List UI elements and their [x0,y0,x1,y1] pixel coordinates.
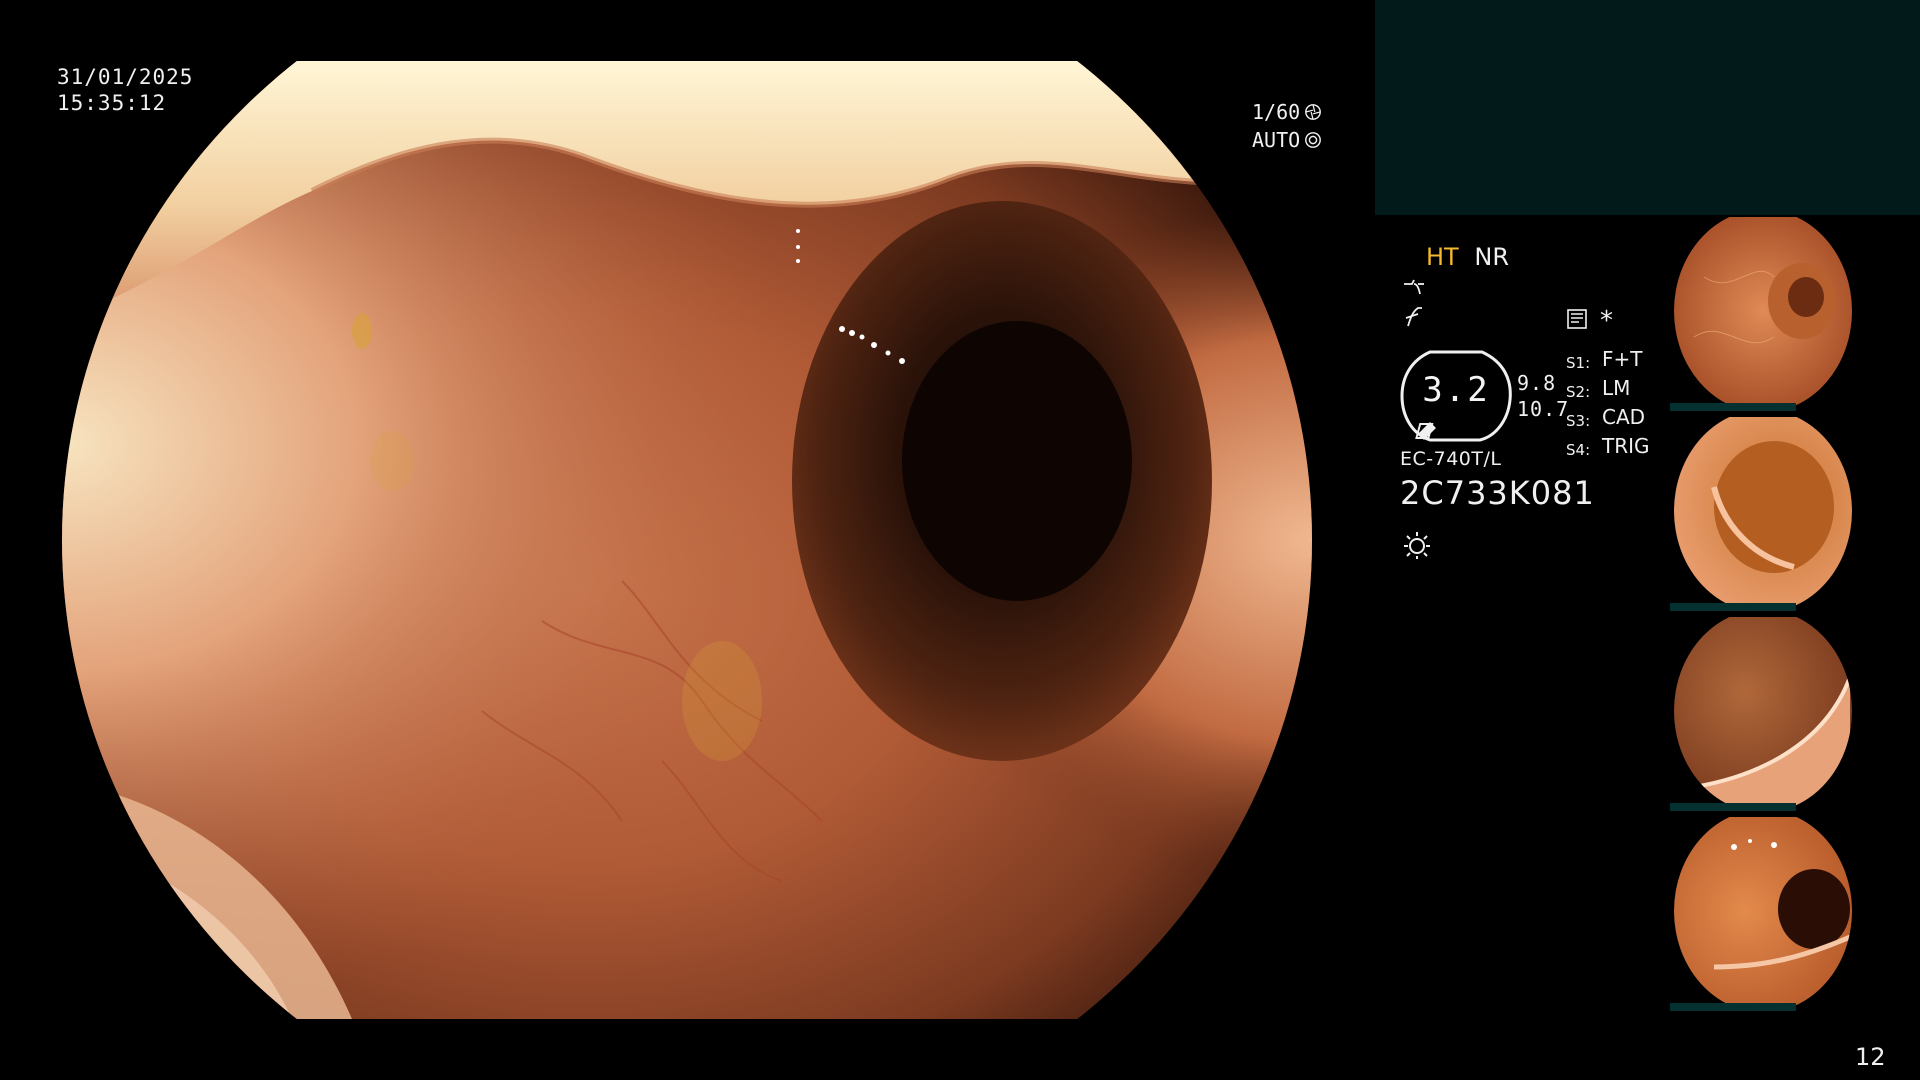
endoscopy-screen: 31/01/2025 15:35:12 1/60 AUTO HT NR * 3.… [0,0,1920,1080]
thumbnail-image [1674,217,1852,405]
mode-ht: HT [1426,243,1459,271]
switch-row: S4: TRIG [1566,434,1650,463]
switch-value: F+T [1602,347,1643,371]
switch-value: LM [1602,376,1631,400]
switch-value: TRIG [1602,434,1650,458]
gauge-side-bottom: 10.7 [1517,397,1570,421]
asterisk-indicator: * [1600,306,1613,336]
capture-date: 31/01/2025 [57,65,194,89]
thumbnail-bar [1670,403,1796,411]
shutter-speed: 1/60 [1252,100,1301,124]
switch-key: S2: [1566,383,1591,401]
thumbnail-image [1674,617,1852,805]
thumbnail-bar [1670,803,1796,811]
enhance-curve-icon [1402,278,1426,298]
thumbnail-bar [1670,1003,1796,1011]
gauge-value: 3.2 [1422,370,1490,410]
thumbnail[interactable] [1670,615,1920,813]
thumbnail-image [1674,417,1852,605]
thumbnail[interactable] [1670,215,1920,413]
capture-timestamp: 31/01/2025 15:35:12 [57,64,193,116]
overlay-teal-box [1375,0,1920,215]
iris-mode: AUTO [1252,128,1301,152]
thumbnail-image [1674,817,1852,1005]
switch-value: CAD [1602,405,1646,429]
light-source-icon [1402,530,1432,560]
captured-thumbnails [1670,215,1920,1015]
freeze-icon [1404,306,1424,328]
switch-key: S1: [1566,354,1591,372]
switch-assignments: S1: F+T S2: LM S3: CAD S4: TRIG [1566,347,1650,463]
switch-row: S1: F+T [1566,347,1650,376]
switch-key: S4: [1566,441,1591,459]
memory-card-icon [1566,308,1588,330]
zoom-gauge: 3.2 [1400,350,1512,442]
thumbnail-bar [1670,603,1796,611]
thumbnail[interactable] [1670,415,1920,613]
exposure-settings: 1/60 AUTO [1252,98,1322,154]
mode-nr: NR [1474,243,1509,271]
scope-serial: 2C733K081 [1400,474,1595,512]
gauge-side-top: 9.8 [1517,371,1557,395]
shutter-row: 1/60 [1252,98,1322,126]
processing-modes: HT NR [1426,243,1509,271]
gauge-side-values: 9.8 10.7 [1517,370,1569,422]
switch-key: S3: [1566,412,1591,430]
switch-row: S3: CAD [1566,405,1650,434]
iris-icon [1305,132,1322,148]
page-number: 12 [1855,1043,1886,1071]
endoscope-live-image [62,61,1312,1019]
switch-row: S2: LM [1566,376,1650,405]
thumbnail[interactable] [1670,815,1920,1013]
shutter-icon [1305,104,1322,120]
capture-time: 15:35:12 [57,91,167,115]
iris-row: AUTO [1252,126,1322,154]
